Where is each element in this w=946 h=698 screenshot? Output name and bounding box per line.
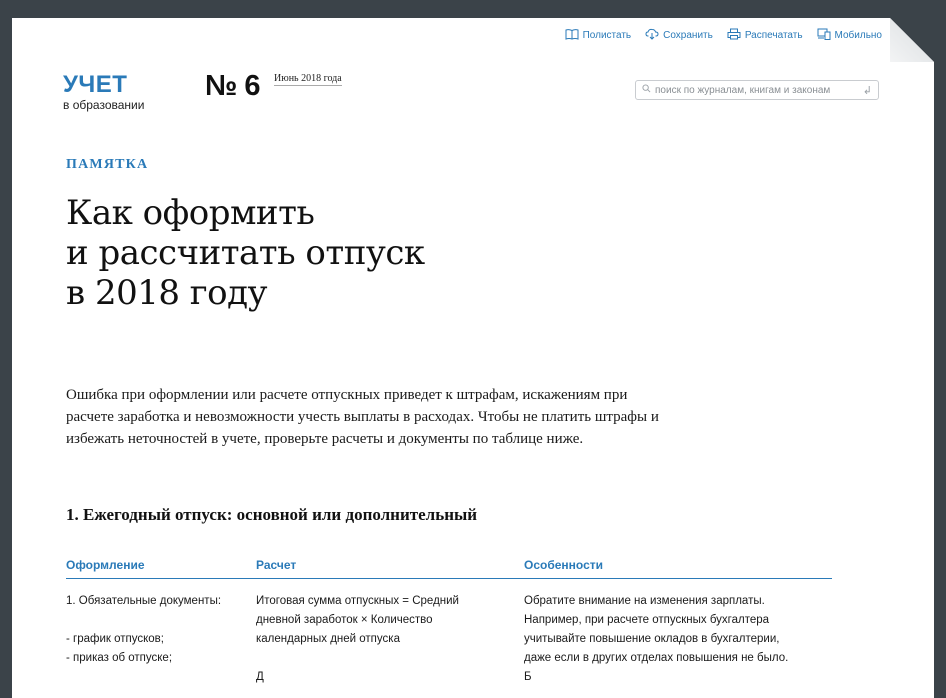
cell-line: календарных дней отпуска [256,633,400,645]
header-cell-registration: Оформление [66,558,145,572]
article-title: Как оформить и рассчитать отпуск в 2018 … [66,193,626,313]
cloud-download-icon [645,28,659,43]
table-header: Оформление Расчет Особенности [66,558,832,579]
cell-line [66,611,256,630]
section-heading: 1. Ежегодный отпуск: основной или дополн… [66,505,478,524]
cell-line [256,649,524,668]
cell-line: - приказ об отпуске; [66,652,173,664]
devices-icon [817,28,831,43]
cell-line: Обратите внимание на изменения зарплаты. [524,595,765,607]
logo-title: УЧЕТ [63,71,128,98]
cell-line: Б [524,671,532,683]
cell-line: Например, при расчете отпускных бухгалте… [524,614,770,626]
issue-number: № 6 [205,70,261,102]
save-button[interactable]: Сохранить [645,28,713,43]
table-cell: Обратите внимание на изменения зарплаты.… [524,592,832,687]
mobile-label: Мобильно [834,30,882,41]
mobile-button[interactable]: Мобильно [817,28,882,43]
search-placeholder: поиск по журналам, книгам и законам [655,84,831,96]
print-label: Распечатать [744,30,803,41]
cell-line: даже если в других отделах повышения не … [524,652,789,664]
cell-line: Д [256,671,264,683]
article-kicker: ПАМЯТКА [66,157,149,172]
info-table: Оформление Расчет Особенности 1. Обязате… [66,558,832,687]
print-button[interactable]: Распечатать [727,28,803,43]
table-cell: Итоговая сумма отпускных = Средний дневн… [256,592,524,687]
flip-button[interactable]: Полистать [565,28,632,43]
enter-icon[interactable]: ↲ [863,84,872,97]
page-corner-fold [890,18,934,62]
header-cell-features: Особенности [524,558,604,572]
table-cell: 1. Обязательные документы: - график отпу… [66,592,256,687]
issue-date-link[interactable]: Июнь 2018 года [274,73,342,86]
book-icon [565,28,579,43]
toolbar: Полистать Сохранить Распечатать Мобильно [565,28,882,43]
logo-subtitle: в образовании [63,98,145,112]
title-line: и рассчитать отпуск [66,233,425,273]
search-input[interactable]: поиск по журналам, книгам и законам ↲ [635,80,879,100]
cell-line: Итоговая сумма отпускных = Средний [256,595,459,607]
table-row: 1. Обязательные документы: - график отпу… [66,579,832,687]
cell-line: учитывайте повышение окладов в бухгалтер… [524,633,780,645]
header-cell-calculation: Расчет [256,558,297,572]
cell-line: 1. Обязательные документы: [66,595,222,607]
save-label: Сохранить [663,30,713,41]
flip-label: Полистать [582,30,632,41]
cell-line: - график отпусков; [66,633,164,645]
cell-line: дневной заработок × Количество [256,614,433,626]
site-logo[interactable]: УЧЕТ в образовании [63,71,145,113]
title-line: Как оформить [66,193,315,233]
printer-icon [727,28,741,43]
search-icon [642,84,651,96]
title-line: в 2018 году [66,273,268,313]
article-lead: Ошибка при оформлении или расчете отпуск… [66,387,659,447]
